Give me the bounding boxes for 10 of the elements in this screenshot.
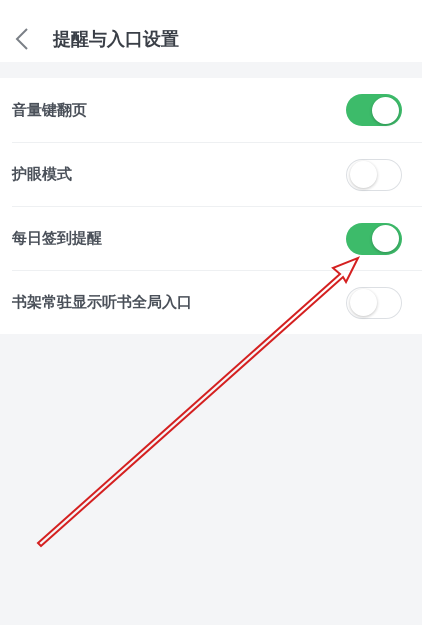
- toggle-switch[interactable]: [346, 94, 402, 126]
- page-title: 提醒与入口设置: [53, 28, 179, 52]
- setting-label: 书架常驻显示听书全局入口: [12, 292, 192, 314]
- toggle-switch[interactable]: [346, 286, 402, 318]
- setting-label: 音量键翻页: [12, 100, 87, 121]
- setting-label: 护眼模式: [12, 164, 72, 186]
- setting-label: 每日签到提醒: [12, 228, 102, 250]
- back-icon: [15, 28, 29, 50]
- toggle-switch[interactable]: [346, 158, 402, 190]
- toggle-switch[interactable]: [346, 222, 402, 254]
